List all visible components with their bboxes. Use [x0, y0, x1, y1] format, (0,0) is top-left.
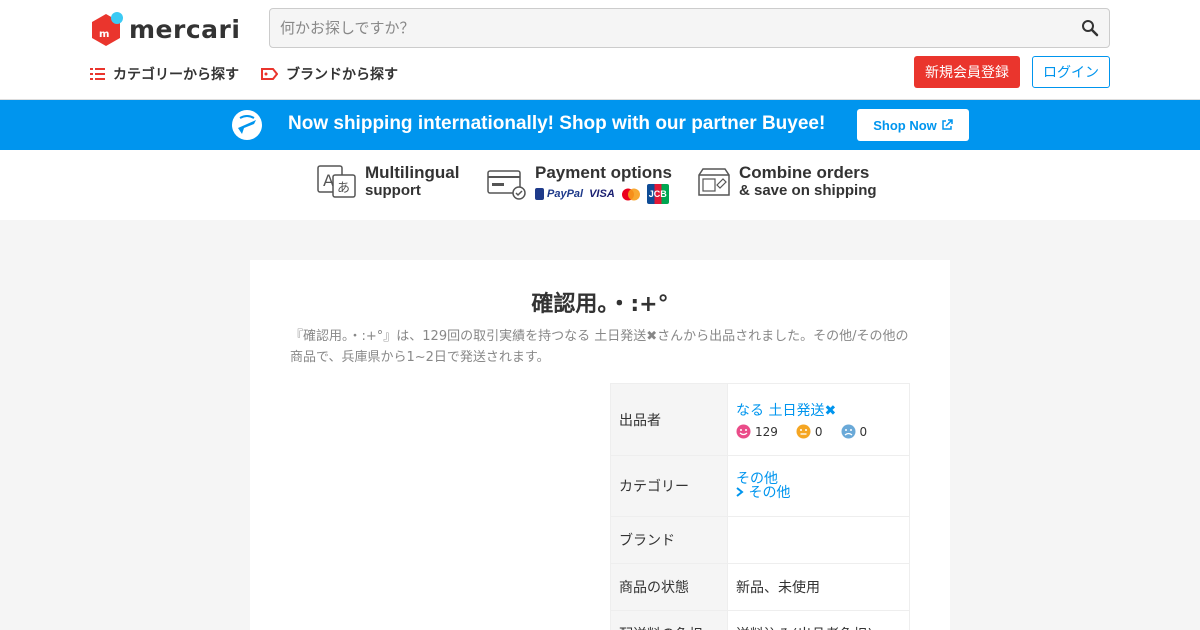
- header: m mercari カテゴリーから探す ブラン: [0, 0, 1200, 100]
- rating-good: 129: [736, 424, 778, 439]
- airplane-globe-icon: [230, 108, 264, 146]
- shipping-value: 送料込み(出品者負担): [727, 610, 910, 630]
- search-input[interactable]: [270, 9, 1071, 47]
- box-icon: [698, 168, 730, 196]
- jcb-text: JCB: [646, 184, 669, 204]
- feature-payment: Payment options PayPal VISA JCB: [487, 164, 672, 204]
- combine-line1: Combine orders: [739, 163, 870, 182]
- paypal-logo: PayPal: [535, 185, 583, 203]
- visa-logo: VISA: [589, 188, 615, 200]
- feature-combine: Combine orders & save on shipping: [697, 164, 877, 200]
- brand-value: [727, 516, 910, 564]
- rating-good-count: 129: [755, 424, 778, 439]
- mercari-logo-icon: m: [90, 12, 124, 46]
- svg-text:m: m: [99, 29, 109, 40]
- info-row-shipping: 配送料の負担 送料込み(出品者負担): [610, 610, 910, 630]
- smile-face-icon: [736, 424, 751, 439]
- nav-category-label: カテゴリーから探す: [113, 67, 239, 83]
- neutral-face-icon: [796, 424, 811, 439]
- product-description: 『確認用。・:+°』は、129回の取引実績を持つなる 土日発送✖︎さんから出品さ…: [290, 329, 909, 365]
- product-title: 確認用。・:+°: [531, 292, 669, 317]
- rating-normal-count: 0: [814, 424, 823, 439]
- category-label: カテゴリー: [610, 455, 728, 517]
- mastercard-logo: [621, 188, 640, 200]
- info-row-brand: ブランド: [610, 516, 910, 564]
- shop-now-label: Shop Now: [873, 117, 937, 133]
- condition-value: 新品、未使用: [727, 563, 910, 611]
- info-row-condition: 商品の状態 新品、未使用: [610, 563, 910, 611]
- condition-label: 商品の状態: [610, 563, 728, 611]
- nav-category[interactable]: カテゴリーから探す: [90, 64, 239, 84]
- payment-line1: Payment options: [535, 163, 672, 182]
- translate-icon: A あ: [317, 165, 356, 198]
- seller-ratings: 129 0 0: [736, 424, 901, 439]
- seller-label: 出品者: [610, 383, 728, 456]
- info-row-seller: 出品者 なる 土日発送✖︎ 129 0 0: [610, 383, 910, 456]
- banner-text: Now shipping internationally! Shop with …: [288, 113, 826, 134]
- shop-now-button[interactable]: Shop Now: [857, 109, 969, 141]
- search-bar: [269, 8, 1110, 48]
- search-button[interactable]: [1071, 9, 1109, 47]
- multilingual-line2: support: [365, 182, 421, 199]
- category-link-1[interactable]: その他: [736, 472, 901, 486]
- rating-bad-count: 0: [859, 424, 868, 439]
- sad-face-icon: [841, 424, 856, 439]
- mercari-logo[interactable]: m mercari: [90, 12, 240, 46]
- category-cell: その他 その他: [727, 455, 910, 517]
- logo-text: mercari: [129, 14, 241, 44]
- nav-brand[interactable]: ブランドから探す: [261, 64, 398, 84]
- rating-normal: 0: [796, 424, 823, 439]
- register-button[interactable]: 新規会員登録: [914, 56, 1020, 88]
- product-card: 確認用。・:+° 『確認用。・:+°』は、129回の取引実績を持つなる 土日発送…: [250, 260, 950, 630]
- credit-card-icon: [487, 170, 526, 200]
- category-link-2-label: その他: [748, 485, 791, 501]
- rating-bad: 0: [841, 424, 868, 439]
- seller-cell: なる 土日発送✖︎ 129 0 0: [727, 383, 910, 456]
- header-nav: カテゴリーから探す ブランドから探す: [90, 64, 420, 84]
- nav-brand-label: ブランドから探す: [286, 67, 398, 83]
- paypal-text: PayPal: [547, 188, 584, 200]
- brand-label: ブランド: [610, 516, 728, 564]
- login-button[interactable]: ログイン: [1032, 56, 1110, 88]
- svg-text:あ: あ: [337, 181, 350, 196]
- list-icon: [90, 68, 105, 80]
- shipping-label: 配送料の負担: [610, 610, 728, 630]
- info-row-category: カテゴリー その他 その他: [610, 455, 910, 517]
- payment-logos: PayPal VISA JCB: [535, 184, 672, 204]
- feature-multilingual: A あ Multilingual support: [317, 164, 459, 200]
- jcb-logo: JCB: [646, 184, 669, 204]
- product-info-table: 出品者 なる 土日発送✖︎ 129 0 0 カテゴリー その他 その他 ブランド…: [610, 383, 910, 630]
- chevron-right-icon: [736, 487, 744, 497]
- combine-line2: & save on shipping: [739, 182, 877, 199]
- search-icon: [1082, 20, 1099, 37]
- tag-icon: [261, 68, 278, 80]
- external-link-icon: [942, 119, 953, 130]
- seller-name-link[interactable]: なる 土日発送✖︎: [736, 400, 901, 420]
- features-strip: A あ Multilingual support Payment options…: [0, 150, 1200, 220]
- multilingual-line1: Multilingual: [365, 163, 460, 182]
- buyee-banner: Now shipping internationally! Shop with …: [0, 100, 1200, 150]
- category-link-2[interactable]: その他: [736, 486, 901, 500]
